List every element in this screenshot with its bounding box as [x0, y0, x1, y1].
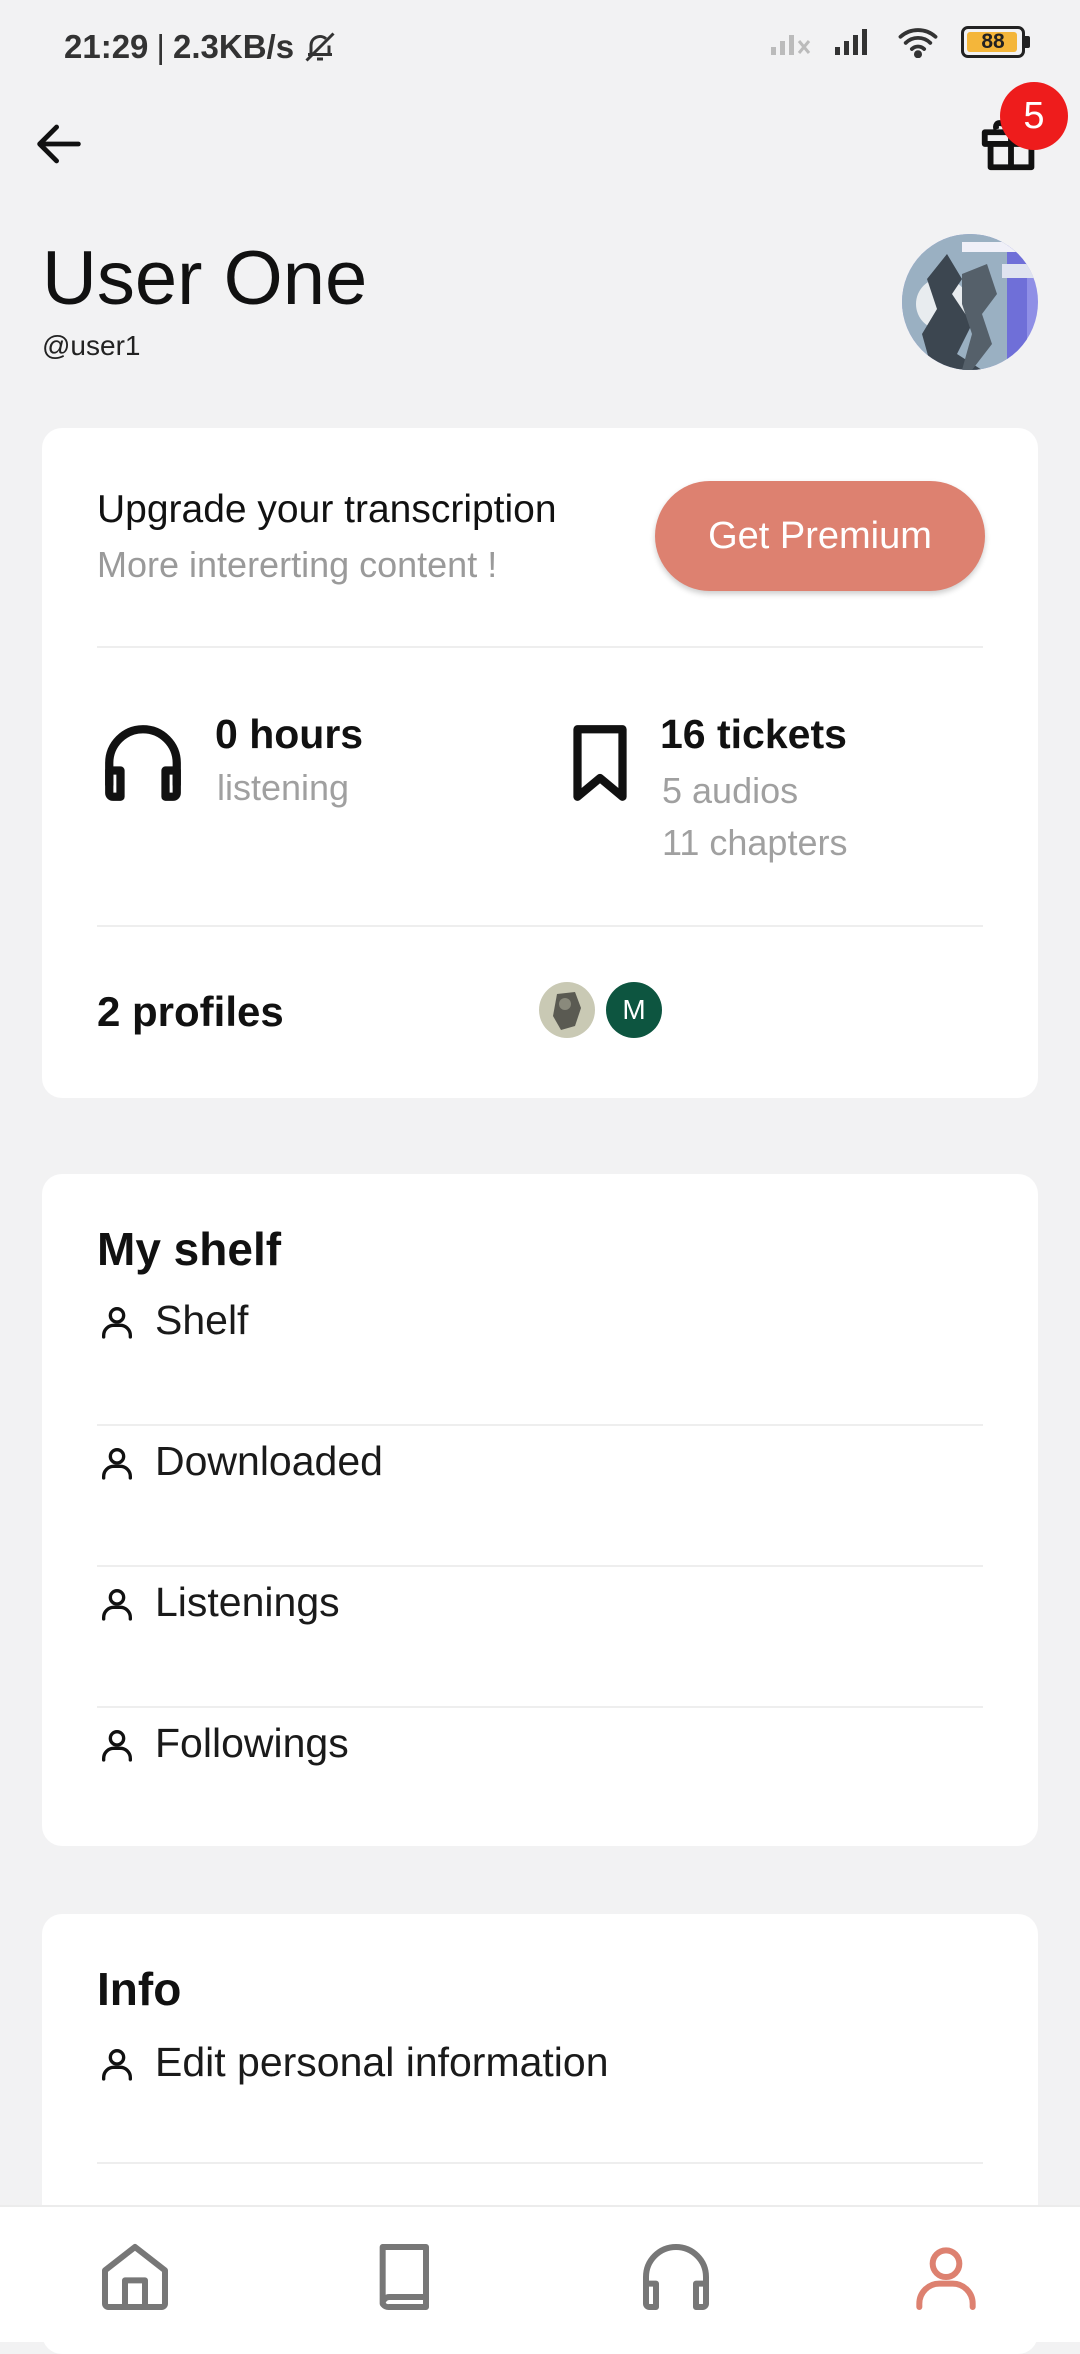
signal-strong-icon	[835, 29, 867, 55]
home-icon	[102, 2244, 168, 2310]
person-icon	[916, 2247, 976, 2310]
person-icon	[102, 1730, 132, 1762]
bookmark-icon	[573, 725, 627, 801]
menu-item-label: Downloaded	[155, 1438, 383, 1484]
headphones-icon	[105, 725, 181, 801]
user-name: User One	[42, 236, 368, 321]
nav-home[interactable]	[95, 2237, 175, 2317]
shelf-card: My shelf Shelf Downloaded Listenings Fol…	[42, 1174, 1038, 1846]
menu-item-edit-personal-info[interactable]: Edit personal information	[97, 2009, 983, 2119]
battery-indicator: 88	[961, 26, 1025, 58]
person-icon	[102, 1448, 132, 1480]
menu-item-shelf[interactable]: Shelf	[97, 1267, 983, 1377]
tickets-count: 16 tickets	[660, 711, 847, 757]
status-time: 21:29	[64, 28, 149, 65]
menu-item-followings[interactable]: Followings	[97, 1690, 983, 1800]
tickets-audios: 5 audios	[662, 770, 799, 811]
arrow-left-icon	[37, 124, 81, 164]
listening-label: listening	[217, 767, 350, 808]
battery-level: 88	[981, 30, 1005, 53]
person-icon	[102, 1307, 132, 1339]
divider	[97, 646, 983, 648]
premium-card: Upgrade your transcription More interert…	[42, 428, 1038, 1098]
user-handle: @user1	[42, 330, 141, 361]
profile-avatar-1[interactable]	[539, 982, 595, 1038]
tickets-chapters: 11 chapters	[662, 822, 848, 863]
menu-item-label: Edit personal information	[155, 2039, 609, 2085]
user-avatar[interactable]	[902, 234, 1038, 370]
menu-item-listenings[interactable]: Listenings	[97, 1549, 983, 1659]
listening-hours: 0 hours	[215, 711, 364, 757]
menu-item-label: Followings	[155, 1720, 349, 1766]
status-bar: 21:29 | 2.3KB/s 88	[0, 0, 1080, 100]
profile-avatar-2[interactable]: M	[606, 982, 662, 1038]
status-separator: |	[156, 28, 165, 65]
bottom-nav	[0, 2205, 1080, 2342]
status-net-speed: 2.3KB/s	[172, 28, 295, 65]
nav-library[interactable]	[366, 2237, 446, 2317]
signal-weak-icon	[771, 35, 811, 55]
mute-bell-icon	[305, 32, 335, 62]
divider	[97, 2162, 983, 2164]
menu-item-downloaded[interactable]: Downloaded	[97, 1408, 983, 1518]
menu-item-label: Listenings	[155, 1579, 340, 1625]
divider	[97, 925, 983, 927]
book-icon	[379, 2244, 429, 2311]
get-premium-button[interactable]: Get Premium	[655, 481, 985, 591]
promo-subtitle: More intererting content !	[97, 544, 498, 585]
menu-item-label: Shelf	[155, 1297, 249, 1343]
headphones-icon	[643, 2244, 709, 2310]
info-title: Info	[97, 1963, 182, 2015]
profiles-count: 2 profiles	[97, 988, 284, 1035]
back-button[interactable]	[30, 115, 88, 173]
nav-audio[interactable]	[636, 2237, 716, 2317]
nav-profile[interactable]	[906, 2237, 986, 2317]
wifi-icon	[898, 28, 938, 58]
notification-badge: 5	[1000, 82, 1068, 150]
promo-title: Upgrade your transcription	[97, 488, 557, 531]
person-icon	[102, 1589, 132, 1621]
person-icon	[102, 2049, 132, 2081]
